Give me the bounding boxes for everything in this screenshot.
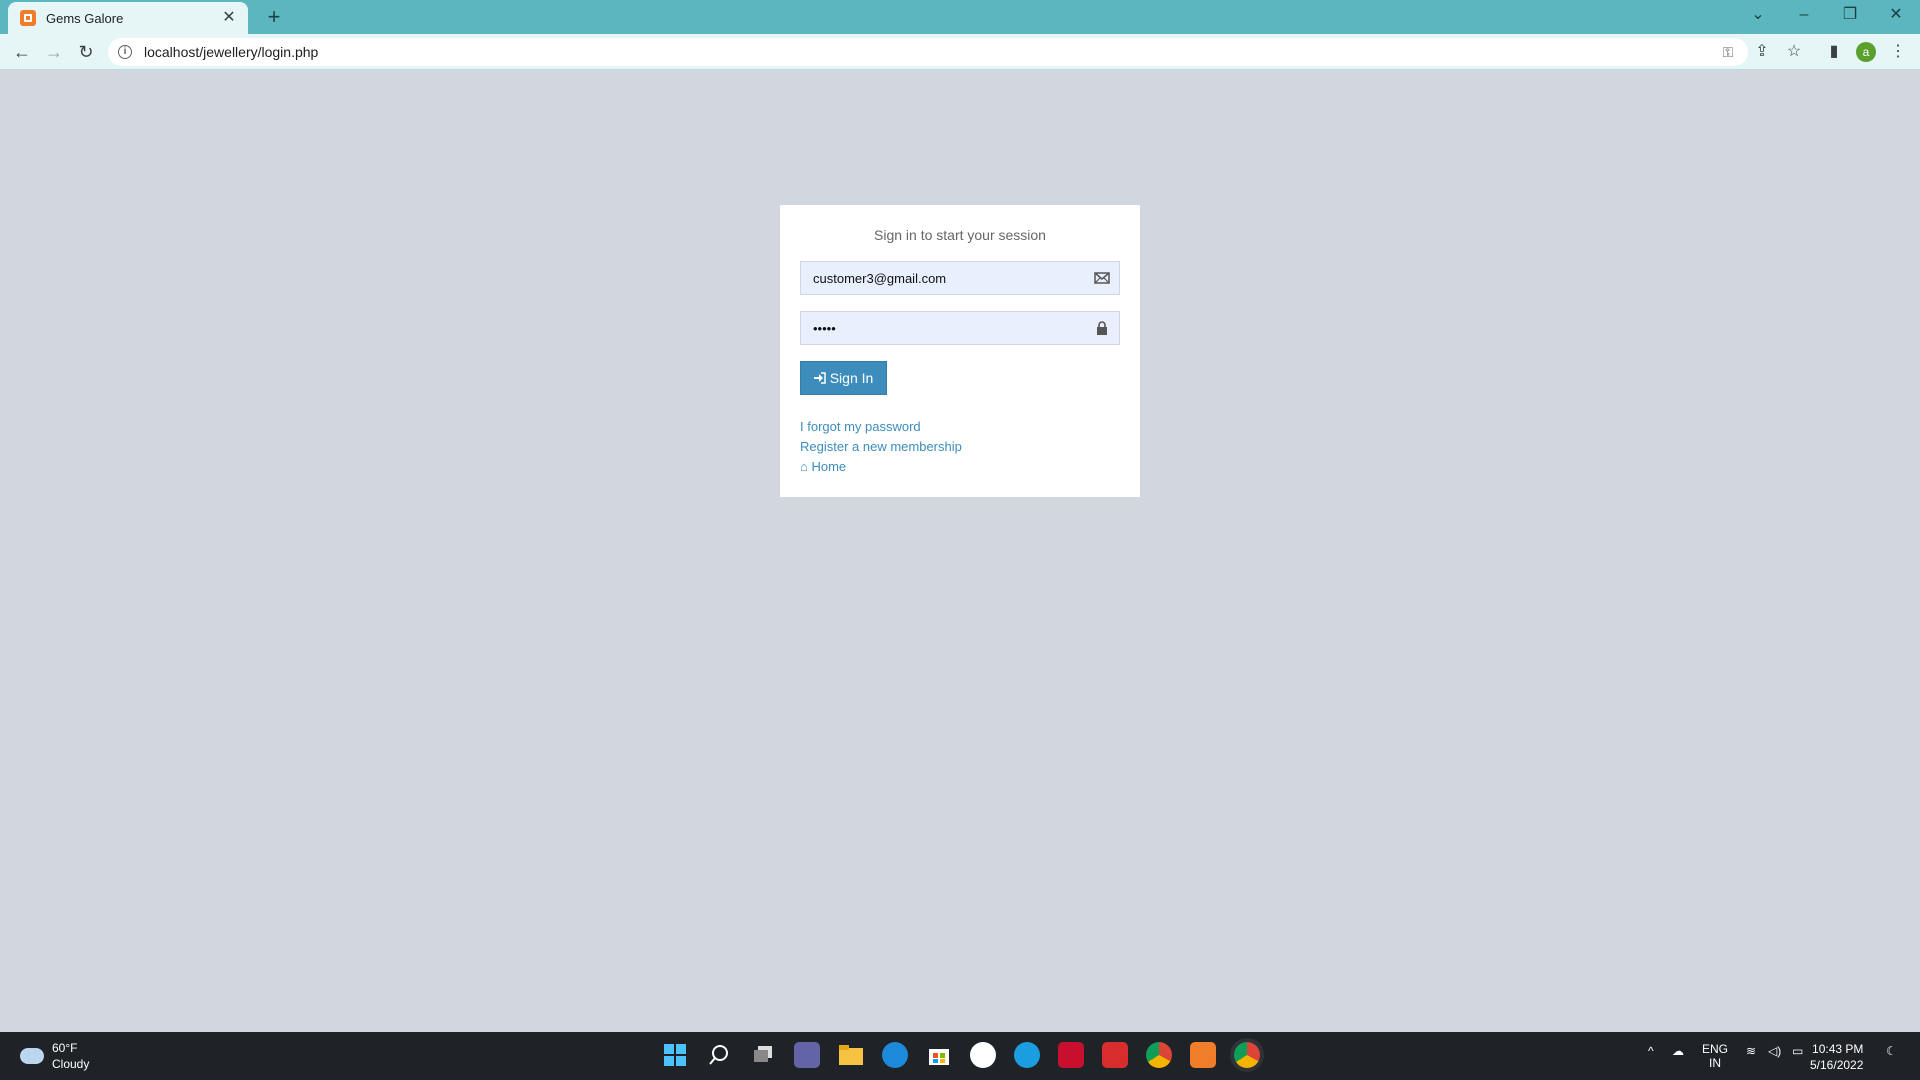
microsoft-store-icon[interactable] <box>926 1042 952 1068</box>
login-links: I forgot my password Register a new memb… <box>800 417 1120 477</box>
search-icon[interactable] <box>706 1042 732 1068</box>
notification-moon-icon[interactable]: ☾ <box>1886 1044 1897 1058</box>
battery-icon[interactable]: ▭ <box>1792 1044 1803 1058</box>
close-tab-icon[interactable]: ✕ <box>220 9 238 27</box>
browser-tab-bar: Gems Galore ✕ + ⌄ – ❐ ✕ <box>0 0 1920 34</box>
xampp-favicon-icon <box>20 10 36 26</box>
github-desktop-icon[interactable] <box>970 1042 996 1068</box>
email-field[interactable] <box>800 261 1120 295</box>
envelope-icon <box>1094 272 1110 284</box>
profile-avatar[interactable]: a <box>1856 42 1876 62</box>
chrome-active-icon[interactable] <box>1234 1042 1260 1068</box>
email-group <box>800 261 1120 295</box>
hidden-icons-chevron-icon[interactable]: ^ <box>1648 1044 1654 1058</box>
language-indicator[interactable]: ENG IN <box>1702 1042 1728 1070</box>
share-icon[interactable]: ⇪ <box>1750 40 1774 64</box>
new-tab-icon[interactable]: + <box>262 6 286 28</box>
clock-date: 5/16/2022 <box>1810 1058 1864 1072</box>
reload-icon[interactable]: ↻ <box>74 40 98 64</box>
windows-start-icon[interactable] <box>662 1042 688 1068</box>
weather-widget[interactable]: 60°F Cloudy <box>20 1040 89 1072</box>
login-box: Sign in to start your session Sign In I … <box>780 205 1140 497</box>
login-box-message: Sign in to start your session <box>874 227 1046 243</box>
sign-in-label: Sign In <box>829 370 874 386</box>
site-info-icon[interactable]: i <box>118 45 132 59</box>
chrome-profile-a-icon[interactable] <box>1146 1042 1172 1068</box>
tab-search-icon[interactable]: ⌄ <box>1744 4 1772 26</box>
password-field[interactable] <box>800 311 1120 345</box>
home-link[interactable]: ⌂ Home <box>800 457 1120 477</box>
menu-kebab-icon[interactable]: ⋮ <box>1886 40 1910 64</box>
tab-title: Gems Galore <box>46 10 124 26</box>
browser-toolbar: ← → ↻ i localhost/jewellery/login.php ⚿ … <box>0 34 1920 70</box>
url-text[interactable]: localhost/jewellery/login.php <box>144 44 318 60</box>
home-link-label: Home <box>811 459 847 474</box>
clock-time: 10:43 PM <box>1812 1042 1864 1056</box>
file-explorer-icon[interactable] <box>838 1042 864 1068</box>
weather-description: Cloudy <box>52 1057 90 1071</box>
task-view-icon[interactable] <box>750 1042 776 1068</box>
restore-icon[interactable]: ❐ <box>1836 4 1864 26</box>
cloud-icon <box>20 1048 44 1064</box>
forward-icon[interactable]: → <box>42 40 66 64</box>
system-clock[interactable]: 10:43 PM 5/16/2022 <box>1810 1041 1863 1073</box>
weather-temperature: 60°F <box>52 1041 78 1055</box>
help-icon[interactable] <box>1014 1042 1040 1068</box>
teams-chat-icon[interactable] <box>794 1042 820 1068</box>
forgot-password-link[interactable]: I forgot my password <box>800 417 1120 437</box>
minimize-icon[interactable]: – <box>1790 4 1818 26</box>
home-icon: ⌂ <box>800 459 808 474</box>
mcafee-icon[interactable] <box>1058 1042 1084 1068</box>
lock-icon <box>1097 321 1107 335</box>
xampp-control-icon[interactable] <box>1190 1042 1216 1068</box>
password-key-icon[interactable]: ⚿ <box>1718 42 1738 62</box>
wps-office-icon[interactable] <box>1102 1042 1128 1068</box>
back-icon[interactable]: ← <box>10 40 34 64</box>
windows-taskbar: 60°F Cloudy ^ ☁ ENG IN ≋ ◁) ▭ 10:43 PM 5… <box>0 1032 1920 1080</box>
register-link[interactable]: Register a new membership <box>800 437 1120 457</box>
sign-in-icon <box>813 372 826 384</box>
sign-in-button[interactable]: Sign In <box>800 361 887 395</box>
onedrive-icon[interactable]: ☁ <box>1672 1044 1684 1058</box>
edge-browser-icon[interactable] <box>882 1042 908 1068</box>
password-group <box>800 311 1120 345</box>
bookmark-star-icon[interactable]: ☆ <box>1782 40 1806 64</box>
side-panel-icon[interactable]: ▮ <box>1822 40 1846 64</box>
wifi-icon[interactable]: ≋ <box>1746 1044 1756 1058</box>
volume-icon[interactable]: ◁) <box>1768 1044 1781 1058</box>
browser-tab[interactable]: Gems Galore ✕ <box>8 2 248 34</box>
close-window-icon[interactable]: ✕ <box>1882 4 1910 26</box>
address-bar[interactable]: i localhost/jewellery/login.php ⚿ <box>108 38 1748 66</box>
